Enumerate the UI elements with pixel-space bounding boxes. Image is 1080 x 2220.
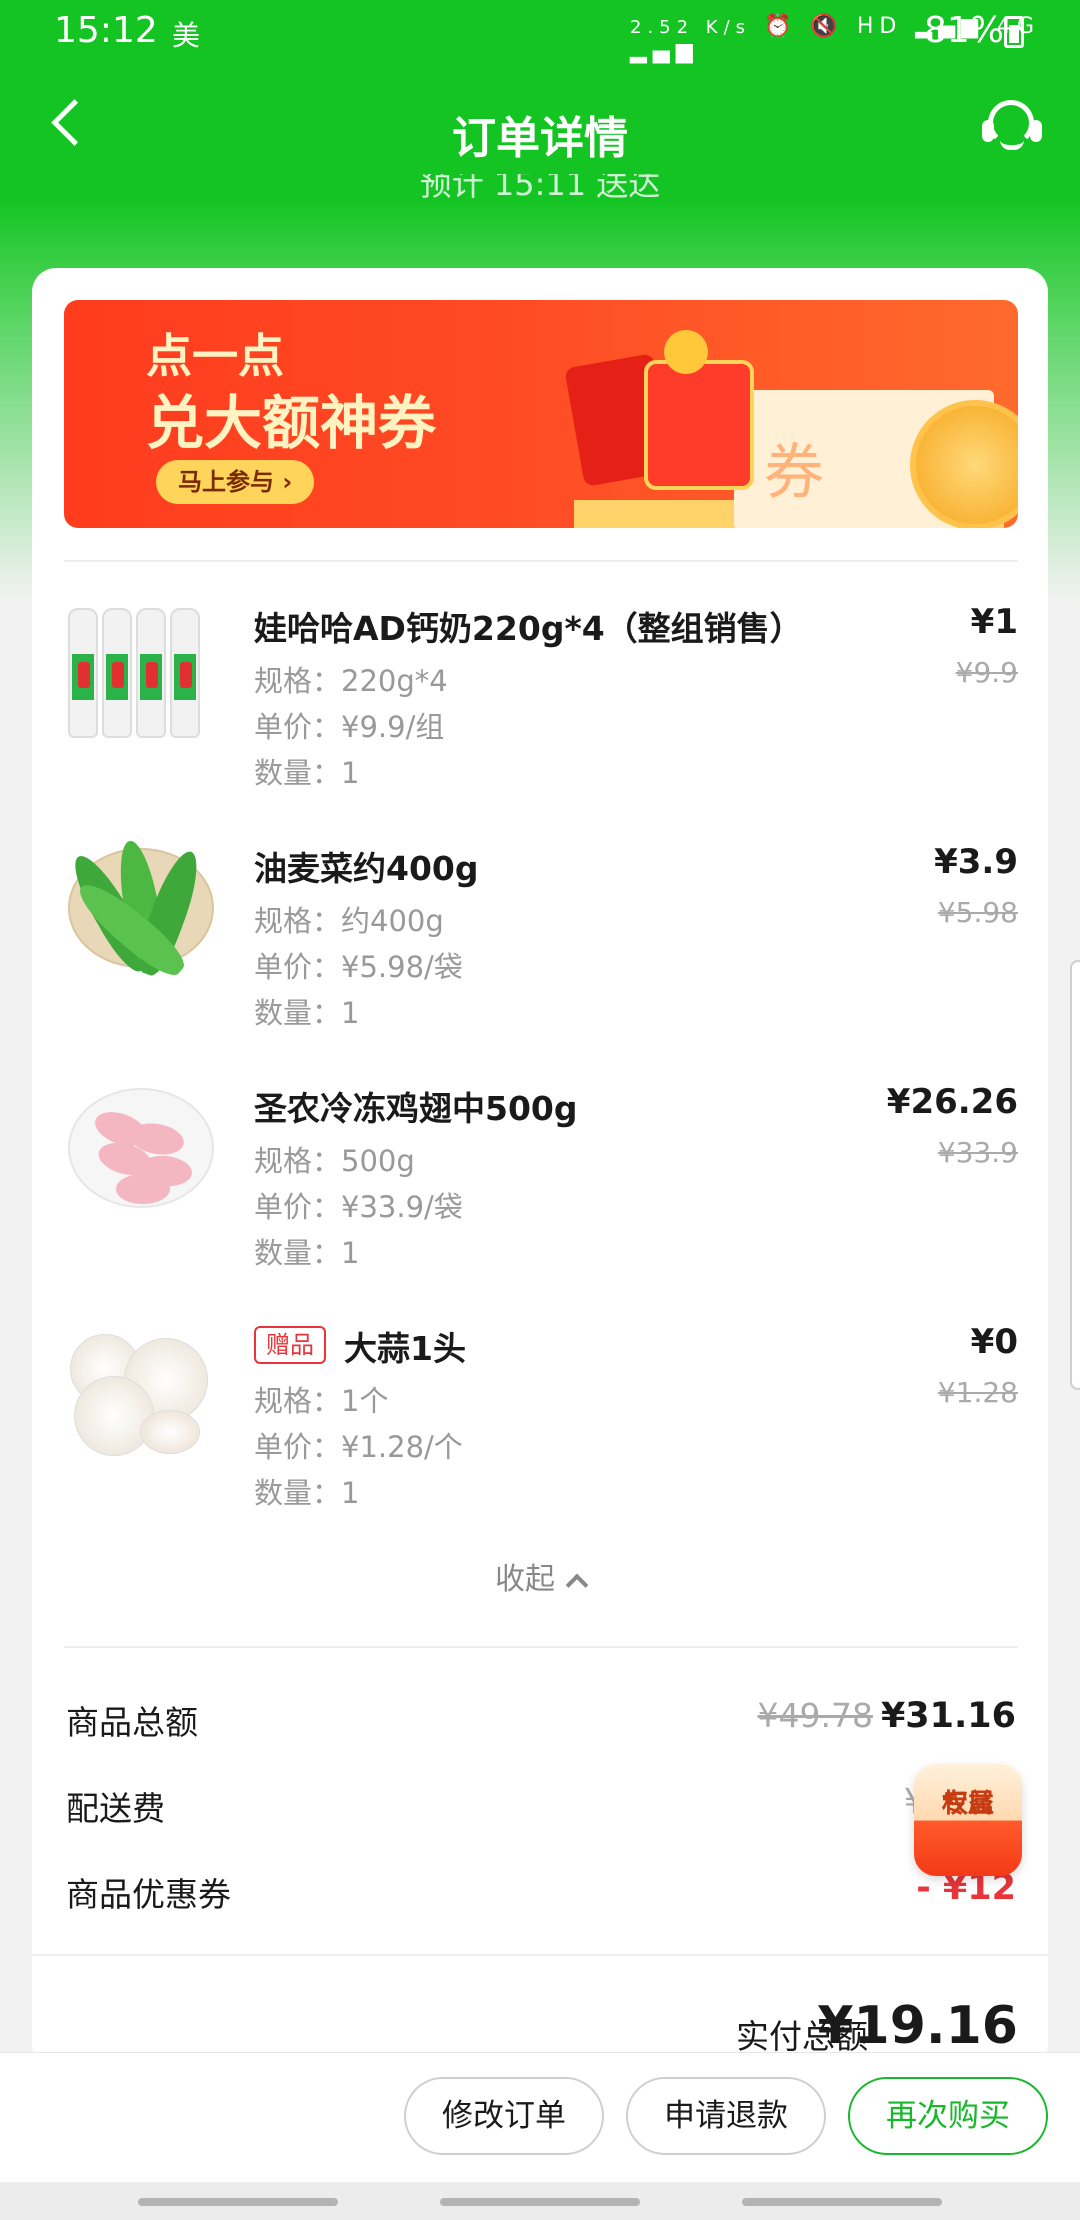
coupon-row: 商品优惠券 - ¥12 bbox=[66, 1868, 1016, 1918]
order-card: 点一点 兑大额神券 马上参与 › 娃哈哈AD钙奶220g*4（整组销售） 规格：… bbox=[32, 268, 1048, 2068]
product-quantity: 数量：1 bbox=[254, 996, 360, 1030]
product-spec: 规格：约400g bbox=[254, 904, 444, 938]
product-unit-price: 单价：¥33.9/袋 bbox=[254, 1190, 463, 1224]
status-bar: 15:12 美 2.52 K/s ⏰ 🔇 HD ▂▄▆ 4G ▂▄▆ 81% bbox=[0, 0, 1080, 66]
product-image bbox=[64, 1314, 214, 1464]
bottom-action-bar: 修改订单 申请退款 再次购买 bbox=[0, 2052, 1080, 2182]
product-image bbox=[64, 594, 214, 744]
refund-button[interactable]: 申请退款 bbox=[626, 2077, 826, 2155]
coupon-label: 商品优惠券 bbox=[66, 1875, 231, 1914]
collapse-button[interactable]: 收起 bbox=[32, 1554, 1048, 1598]
banner-join-button[interactable]: 马上参与 › bbox=[156, 460, 315, 504]
product-quantity: 数量：1 bbox=[254, 756, 360, 790]
product-name: 娃哈哈AD钙奶220g*4（整组销售） bbox=[254, 609, 803, 648]
recents-handle[interactable] bbox=[138, 2198, 338, 2206]
product-price: ¥26.26 bbox=[886, 1082, 1018, 1122]
divider bbox=[64, 560, 1018, 562]
paid-total-row: 实付总额 ¥19.16 bbox=[32, 1996, 1048, 2056]
product-image bbox=[64, 1074, 214, 1224]
goods-total-label: 商品总额 bbox=[66, 1703, 198, 1742]
list-item[interactable]: 赠品 大蒜1头 规格：1个 单价：¥1.28/个 数量：1 ¥0 ¥1.28 bbox=[64, 1314, 1018, 1514]
customer-service-icon[interactable] bbox=[980, 96, 1044, 160]
divider bbox=[64, 1646, 1018, 1648]
product-unit-price: 单价：¥5.98/袋 bbox=[254, 950, 463, 984]
list-item[interactable]: 娃哈哈AD钙奶220g*4（整组销售） 规格：220g*4 单价：¥9.9/组 … bbox=[64, 594, 1018, 794]
product-original-price: ¥1.28 bbox=[937, 1376, 1018, 1409]
exclusive-benefit-badge[interactable]: 专属 权益 bbox=[914, 1764, 1022, 1876]
coupon-banner[interactable]: 点一点 兑大额神券 马上参与 › bbox=[64, 300, 1018, 528]
product-quantity: 数量：1 bbox=[254, 1236, 360, 1270]
collapse-label: 收起 bbox=[495, 1562, 555, 1597]
product-spec: 规格：500g bbox=[254, 1144, 415, 1178]
product-original-price: ¥9.9 bbox=[955, 656, 1018, 689]
banner-illustration bbox=[534, 320, 1018, 528]
product-price: ¥1 bbox=[970, 602, 1018, 642]
battery-icon bbox=[1004, 16, 1024, 48]
product-price: ¥3.9 bbox=[934, 842, 1018, 882]
nav-bar: 订单详情 bbox=[0, 66, 1080, 186]
modify-order-button[interactable]: 修改订单 bbox=[404, 2077, 604, 2155]
delivery-fee-label: 配送费 bbox=[66, 1789, 165, 1828]
gift-badge: 赠品 bbox=[254, 1326, 326, 1364]
paid-total-value: ¥19.16 bbox=[817, 1996, 1018, 2056]
product-original-price: ¥5.98 bbox=[937, 896, 1018, 929]
divider bbox=[32, 1954, 1048, 1956]
back-handle[interactable] bbox=[742, 2198, 942, 2206]
goods-total-row: 商品总额 ¥49.78 ¥31.16 bbox=[66, 1696, 1016, 1746]
product-image bbox=[63, 834, 214, 984]
system-nav-bar bbox=[0, 2182, 1080, 2220]
banner-line2: 兑大额神券 bbox=[146, 389, 437, 457]
product-name: 大蒜1头 bbox=[344, 1329, 466, 1368]
product-spec: 规格：1个 bbox=[254, 1384, 389, 1418]
delivery-hint: 预计 15:11 送达 bbox=[419, 174, 661, 202]
page-title: 订单详情 bbox=[452, 113, 628, 164]
product-name: 圣农冷冻鸡翅中500g bbox=[254, 1089, 578, 1128]
list-item[interactable]: 圣农冷冻鸡翅中500g 规格：500g 单价：¥33.9/袋 数量：1 ¥26.… bbox=[64, 1074, 1018, 1274]
chevron-up-icon bbox=[565, 1573, 589, 1596]
home-handle[interactable] bbox=[440, 2198, 640, 2206]
status-carrier: 美 bbox=[172, 19, 201, 52]
network-speed: 2.52 K/s bbox=[630, 17, 752, 38]
goods-total-value: ¥49.78 ¥31.16 bbox=[757, 1696, 1016, 1736]
goods-total-original: ¥49.78 bbox=[757, 1696, 873, 1735]
product-price: ¥0 bbox=[970, 1322, 1018, 1362]
side-panel-handle[interactable] bbox=[1070, 960, 1080, 1390]
product-quantity: 数量：1 bbox=[254, 1476, 360, 1510]
badge-text: 专属 权益 bbox=[941, 1789, 994, 1819]
product-unit-price: 单价：¥9.9/组 bbox=[254, 710, 445, 744]
rebuy-button[interactable]: 再次购买 bbox=[848, 2077, 1048, 2155]
list-item[interactable]: 油麦菜约400g 规格：约400g 单价：¥5.98/袋 数量：1 ¥3.9 ¥… bbox=[63, 834, 1018, 1034]
product-unit-price: 单价：¥1.28/个 bbox=[254, 1430, 463, 1464]
delivery-fee-row: 配送费 ¥ bbox=[66, 1782, 1016, 1832]
product-spec: 规格：220g*4 bbox=[254, 664, 448, 698]
status-time: 15:12 bbox=[54, 10, 158, 51]
product-name: 油麦菜约400g bbox=[254, 849, 479, 888]
goods-total-amount: ¥31.16 bbox=[880, 1696, 1016, 1736]
battery-level: 81% bbox=[924, 10, 1005, 51]
product-original-price: ¥33.9 bbox=[937, 1136, 1018, 1169]
